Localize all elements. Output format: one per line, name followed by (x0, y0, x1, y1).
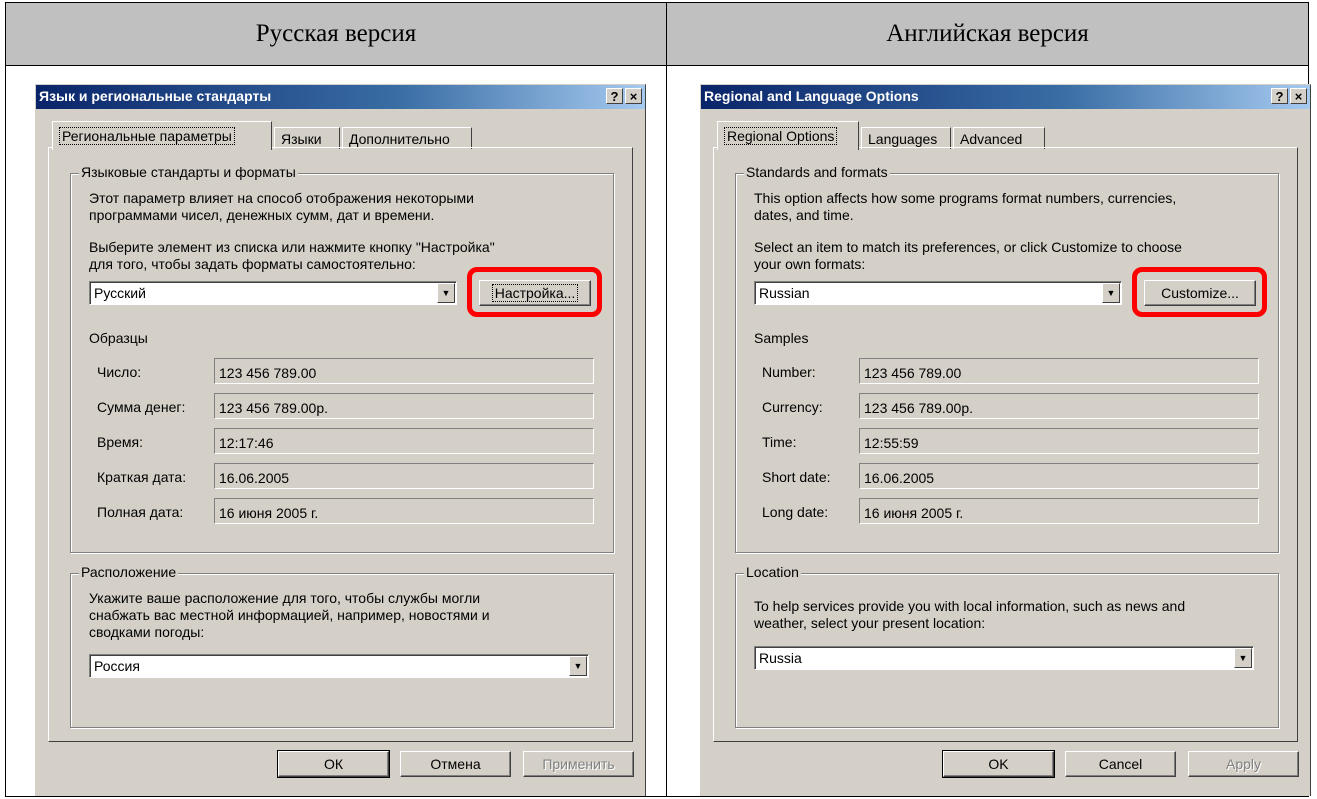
dropdown-arrow-icon[interactable]: ▼ (1102, 283, 1120, 303)
apply-button[interactable]: Apply (1188, 751, 1299, 777)
tab-label: Языки (281, 130, 322, 147)
dialog-title: Regional and Language Options (704, 88, 919, 104)
locale-dropdown[interactable]: Russian ▼ (754, 281, 1122, 305)
tab-label: Advanced (960, 130, 1023, 147)
description-line-2: программами чисел, денежных сумм, дат и … (89, 207, 435, 223)
tab-panel: Standards and formats This option affect… (713, 147, 1298, 742)
location-text-line-2: снабжать вас местной информацией, наприм… (89, 607, 490, 623)
tab-languages[interactable]: Languages (861, 127, 951, 149)
sample-value: 16 июня 2005 г. (859, 498, 1259, 524)
location-dropdown[interactable]: Russia ▼ (754, 646, 1254, 670)
select-instruction-line-1: Выберите элемент из списка или нажмите к… (89, 239, 495, 255)
apply-button[interactable]: Применить (523, 751, 634, 777)
group-standards-formats: Языковые стандарты и форматы Этот параме… (70, 164, 614, 553)
tab-label: Дополнительно (349, 130, 450, 147)
location-dropdown[interactable]: Россия ▼ (89, 654, 589, 678)
sample-label: Number: (762, 364, 816, 380)
tab-regional-options[interactable]: Regional Options (717, 121, 859, 150)
dropdown-arrow-icon[interactable]: ▼ (569, 656, 587, 676)
sample-value: 16.06.2005 (859, 463, 1259, 489)
samples-title: Samples (754, 330, 809, 346)
select-instruction-line-2: для того, чтобы задать форматы самостоят… (89, 256, 416, 272)
cancel-button[interactable]: Отмена (400, 751, 511, 777)
highlight-annotation (1132, 267, 1267, 317)
sample-value: 123 456 789.00р. (214, 393, 594, 419)
dropdown-arrow-icon[interactable]: ▼ (1234, 648, 1252, 668)
dialog-english: Regional and Language Options ? × Region… (700, 84, 1311, 796)
help-button[interactable]: ? (606, 88, 623, 104)
group-location: Location To help services provide you wi… (735, 564, 1279, 728)
tab-panel: Языковые стандарты и форматы Этот параме… (48, 147, 633, 742)
description-line-1: This option affects how some programs fo… (754, 190, 1177, 206)
sample-label: Сумма денег: (97, 399, 186, 415)
samples-title: Образцы (89, 330, 148, 346)
dropdown-arrow-icon[interactable]: ▼ (437, 283, 455, 303)
group-title: Языковые стандарты и форматы (79, 164, 298, 180)
location-text-line-2: weather, select your present location: (754, 615, 986, 631)
close-button[interactable]: × (1290, 88, 1307, 104)
description-line-1: Этот параметр влияет на способ отображен… (89, 190, 474, 206)
header-russian-version: Русская версия (6, 3, 666, 65)
sample-value: 12:17:46 (214, 428, 594, 454)
group-title: Location (744, 564, 801, 580)
tab-label: Regional Options (724, 127, 838, 145)
select-instruction-line-1: Select an item to match its preferences,… (754, 239, 1182, 255)
sample-label: Currency: (762, 399, 823, 415)
sample-label: Time: (762, 434, 797, 450)
close-button[interactable]: × (625, 88, 642, 104)
tab-regional-options[interactable]: Региональные параметры (52, 121, 272, 150)
location-text-line-1: To help services provide you with local … (754, 598, 1186, 614)
location-text-line-1: Укажите ваше расположение для того, чтоб… (89, 590, 481, 606)
dialog-title: Язык и региональные стандарты (39, 88, 272, 104)
sample-label: Время: (97, 434, 144, 450)
locale-value: Russian (759, 285, 810, 301)
location-text-line-3: сводками погоды: (89, 624, 205, 640)
description-line-2: dates, and time. (754, 207, 854, 223)
group-standards-formats: Standards and formats This option affect… (735, 164, 1279, 553)
ok-button[interactable]: OK (942, 750, 1055, 778)
group-title: Расположение (79, 564, 179, 580)
sample-label: Краткая дата: (97, 469, 187, 485)
sample-value: 123 456 789.00р. (859, 393, 1259, 419)
locale-dropdown[interactable]: Русский ▼ (89, 281, 457, 305)
sample-value: 16 июня 2005 г. (214, 498, 594, 524)
header-english-version: Английская версия (667, 3, 1308, 65)
sample-value: 16.06.2005 (214, 463, 594, 489)
sample-value: 123 456 789.00 (214, 358, 594, 384)
tab-advanced[interactable]: Advanced (953, 127, 1045, 149)
group-location: Расположение Укажите ваше расположение д… (70, 564, 614, 728)
location-value: Россия (94, 658, 140, 674)
sample-label: Полная дата: (97, 504, 184, 520)
ok-button[interactable]: ОК (277, 750, 390, 778)
locale-value: Русский (94, 285, 146, 301)
group-title: Standards and formats (744, 164, 890, 180)
column-divider (666, 3, 667, 796)
tab-label: Региональные параметры (59, 127, 235, 145)
sample-label: Число: (97, 364, 142, 380)
tab-languages[interactable]: Языки (274, 127, 340, 149)
title-bar: Regional and Language Options ? × (701, 85, 1310, 109)
tab-advanced[interactable]: Дополнительно (342, 127, 472, 149)
header-divider (6, 65, 1308, 66)
dialog-russian: Язык и региональные стандарты ? × Регион… (35, 84, 646, 796)
tab-label: Languages (868, 130, 938, 147)
help-button[interactable]: ? (1271, 88, 1288, 104)
sample-label: Long date: (762, 504, 829, 520)
sample-value: 123 456 789.00 (859, 358, 1259, 384)
cancel-button[interactable]: Cancel (1065, 751, 1176, 777)
title-bar: Язык и региональные стандарты ? × (36, 85, 645, 109)
sample-label: Short date: (762, 469, 831, 485)
select-instruction-line-2: your own formats: (754, 256, 866, 272)
location-value: Russia (759, 650, 802, 666)
highlight-annotation (467, 267, 602, 317)
sample-value: 12:55:59 (859, 428, 1259, 454)
